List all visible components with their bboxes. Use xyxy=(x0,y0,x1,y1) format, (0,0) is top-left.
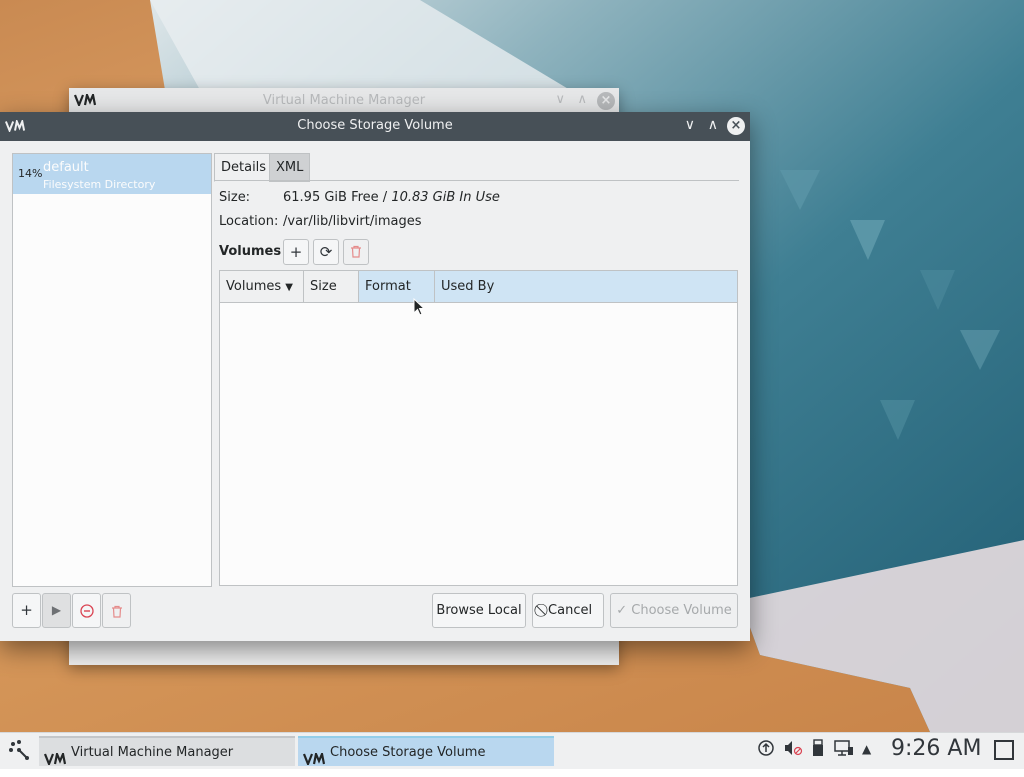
add-volume-button[interactable]: + xyxy=(283,239,309,265)
size-value: 61.95 GiB Free / 10.83 GiB In Use xyxy=(283,190,500,205)
task-choose-storage-volume[interactable]: Choose Storage Volume xyxy=(298,736,554,767)
minimize-icon[interactable]: ∨ xyxy=(685,117,695,133)
clock[interactable]: 9:26 AM xyxy=(891,736,981,761)
vm-logo-icon xyxy=(302,747,326,777)
choose-storage-volume-dialog: Choose Storage Volume ∨ ∧ × 14% default … xyxy=(0,112,750,641)
mouse-cursor-icon xyxy=(413,298,426,316)
checkmark-icon: ✓ xyxy=(616,603,628,618)
background-window-titlebar[interactable]: Virtual Machine Manager ∨ ∧ × xyxy=(69,88,619,115)
show-hidden-icons-icon[interactable]: ▲ xyxy=(862,742,871,756)
maximize-icon[interactable]: ∧ xyxy=(577,92,587,107)
pool-name: default xyxy=(43,160,89,175)
refresh-volumes-button[interactable]: ⟳ xyxy=(313,239,339,265)
background-window-title: Virtual Machine Manager xyxy=(262,93,426,108)
stop-circle-icon xyxy=(79,604,94,622)
location-label: Location: xyxy=(219,214,279,229)
volumes-label: Volumes xyxy=(219,244,282,259)
pool-row-default[interactable]: 14% default Filesystem Directory xyxy=(13,154,211,194)
app-launcher-icon[interactable] xyxy=(8,739,30,765)
trash-icon xyxy=(111,604,123,622)
stop-pool-button[interactable] xyxy=(72,593,101,628)
plus-icon: + xyxy=(20,601,33,619)
choose-volume-button[interactable]: ✓ Choose Volume xyxy=(610,593,738,628)
usb-device-icon[interactable] xyxy=(811,739,825,761)
play-icon: ▶ xyxy=(51,603,62,617)
refresh-icon: ⟳ xyxy=(319,243,333,261)
browse-local-button[interactable]: Browse Local xyxy=(432,593,526,628)
table-header: Volumes ▼ Size Format Used By xyxy=(220,271,737,303)
close-icon[interactable]: × xyxy=(727,117,745,135)
show-desktop-icon[interactable] xyxy=(994,740,1014,760)
tab-details[interactable]: Details xyxy=(214,153,274,182)
task-label: Virtual Machine Manager xyxy=(71,745,234,760)
close-icon[interactable]: × xyxy=(597,92,615,110)
maximize-icon[interactable]: ∧ xyxy=(708,117,718,133)
column-used-by[interactable]: Used By xyxy=(435,271,737,302)
task-label: Choose Storage Volume xyxy=(330,745,486,760)
size-label: Size: xyxy=(219,190,251,205)
network-icon[interactable] xyxy=(834,739,854,761)
taskbar: Virtual Machine Manager Choose Storage V… xyxy=(0,732,1024,769)
dialog-title: Choose Storage Volume xyxy=(297,118,453,133)
tab-xml[interactable]: XML xyxy=(269,153,311,182)
column-size[interactable]: Size xyxy=(304,271,359,302)
add-pool-button[interactable]: + xyxy=(12,593,41,628)
updates-icon[interactable] xyxy=(757,739,775,761)
volume-muted-icon[interactable] xyxy=(783,739,803,761)
cancel-button[interactable]: ⃠ Cancel xyxy=(532,593,604,628)
trash-icon xyxy=(350,244,362,262)
start-pool-button[interactable]: ▶ xyxy=(42,593,71,628)
volumes-table[interactable]: Volumes ▼ Size Format Used By xyxy=(219,270,738,586)
vm-logo-icon xyxy=(43,747,67,777)
minimize-icon[interactable]: ∨ xyxy=(555,92,565,107)
delete-pool-button[interactable] xyxy=(102,593,131,628)
pool-usage: 14% xyxy=(18,167,43,180)
task-virtual-machine-manager[interactable]: Virtual Machine Manager xyxy=(39,736,295,767)
dialog-titlebar[interactable]: Choose Storage Volume ∨ ∧ × xyxy=(0,112,750,141)
size-free: 61.95 GiB Free / xyxy=(283,190,392,205)
storage-pool-list[interactable]: 14% default Filesystem Directory xyxy=(12,153,212,587)
column-volumes[interactable]: Volumes ▼ xyxy=(220,271,304,302)
sort-descending-icon: ▼ xyxy=(285,282,293,293)
size-in-use: 10.83 GiB In Use xyxy=(391,190,500,205)
plus-icon: + xyxy=(289,243,303,261)
pool-type: Filesystem Directory xyxy=(43,178,156,191)
tab-divider xyxy=(214,180,739,181)
delete-volume-button[interactable] xyxy=(343,239,369,265)
location-value: /var/lib/libvirt/images xyxy=(283,214,422,229)
